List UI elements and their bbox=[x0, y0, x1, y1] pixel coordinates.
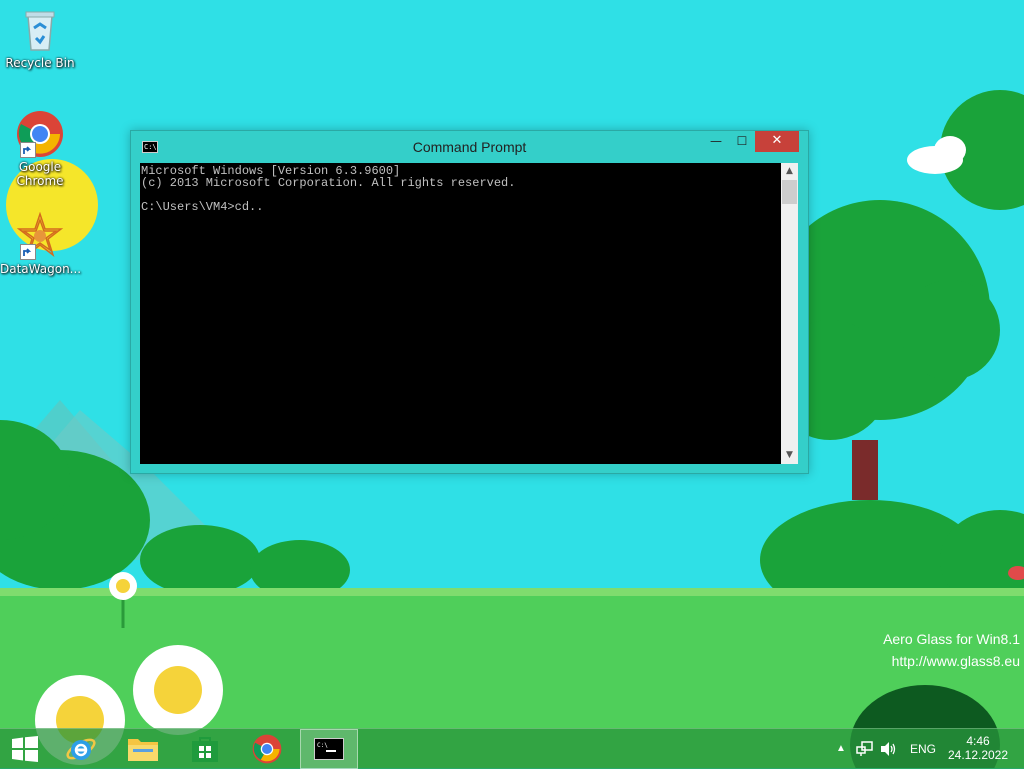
window-titlebar[interactable]: C:\ Command Prompt — ☐ ✕ bbox=[131, 131, 808, 163]
desktop-icon-recycle-bin[interactable]: Recycle Bin bbox=[0, 6, 80, 70]
taskbar-store[interactable] bbox=[176, 729, 234, 769]
scroll-thumb[interactable] bbox=[782, 180, 797, 204]
shortcut-arrow-icon bbox=[20, 244, 36, 260]
show-hidden-icons-button[interactable]: ▲ bbox=[834, 729, 848, 769]
recycle-bin-icon bbox=[16, 6, 64, 54]
aero-glass-watermark: Aero Glass for Win8.1 http://www.glass8.… bbox=[883, 628, 1020, 672]
clock-time: 4:46 bbox=[966, 734, 990, 748]
taskbar-command-prompt[interactable]: C:\ bbox=[300, 729, 358, 769]
desktop-icon-label: Recycle Bin bbox=[5, 56, 75, 70]
store-icon bbox=[192, 737, 218, 762]
clock[interactable]: 4:46 24.12.2022 bbox=[944, 729, 1012, 769]
desktop-icon-google-chrome[interactable]: Google Chrome bbox=[0, 110, 80, 188]
ie-icon bbox=[66, 738, 96, 760]
desktop-icon-label: Google Chrome bbox=[16, 160, 64, 188]
clock-date: 24.12.2022 bbox=[947, 748, 1009, 762]
taskbar: C:\ ▲ ENG 4:46 24.12.2022 bbox=[0, 728, 1024, 769]
console-output[interactable]: Microsoft Windows [Version 6.3.9600] (c) … bbox=[140, 163, 781, 464]
chrome-icon bbox=[16, 110, 64, 158]
svg-text:C:\: C:\ bbox=[317, 742, 328, 749]
vertical-scrollbar[interactable]: ▲ ▼ bbox=[781, 163, 798, 464]
datawagon-icon bbox=[16, 211, 64, 260]
taskbar-google-chrome[interactable] bbox=[238, 729, 296, 769]
chrome-icon bbox=[252, 734, 282, 764]
taskbar-file-explorer[interactable] bbox=[114, 729, 172, 769]
command-prompt-window[interactable]: C:\ Command Prompt — ☐ ✕ Microsoft Windo… bbox=[130, 130, 809, 474]
shortcut-arrow-icon bbox=[20, 142, 36, 158]
console-line: (c) 2013 Microsoft Corporation. All righ… bbox=[141, 176, 516, 190]
scroll-up-arrow-icon[interactable]: ▲ bbox=[781, 163, 798, 180]
cmd-icon: C:\ bbox=[314, 738, 344, 760]
watermark-line-2: http://www.glass8.eu bbox=[891, 653, 1020, 669]
network-icon[interactable] bbox=[856, 729, 874, 769]
console-line: C:\Users\VM4>cd.. bbox=[141, 200, 264, 214]
watermark-line-1: Aero Glass for Win8.1 bbox=[883, 631, 1020, 647]
scroll-down-arrow-icon[interactable]: ▼ bbox=[781, 447, 798, 464]
start-button[interactable] bbox=[0, 729, 50, 769]
maximize-button[interactable]: ☐ bbox=[729, 131, 755, 152]
close-button[interactable]: ✕ bbox=[755, 131, 799, 152]
minimize-button[interactable]: — bbox=[703, 131, 729, 152]
windows-logo-icon bbox=[12, 736, 38, 762]
folder-icon bbox=[128, 739, 158, 761]
taskbar-internet-explorer[interactable] bbox=[52, 729, 110, 769]
desktop-icon-label: DataWagon... bbox=[0, 262, 82, 276]
volume-icon[interactable] bbox=[880, 729, 898, 769]
desktop-icon-datawagon[interactable]: DataWagon... bbox=[0, 211, 82, 276]
input-language-indicator[interactable]: ENG bbox=[906, 729, 940, 769]
